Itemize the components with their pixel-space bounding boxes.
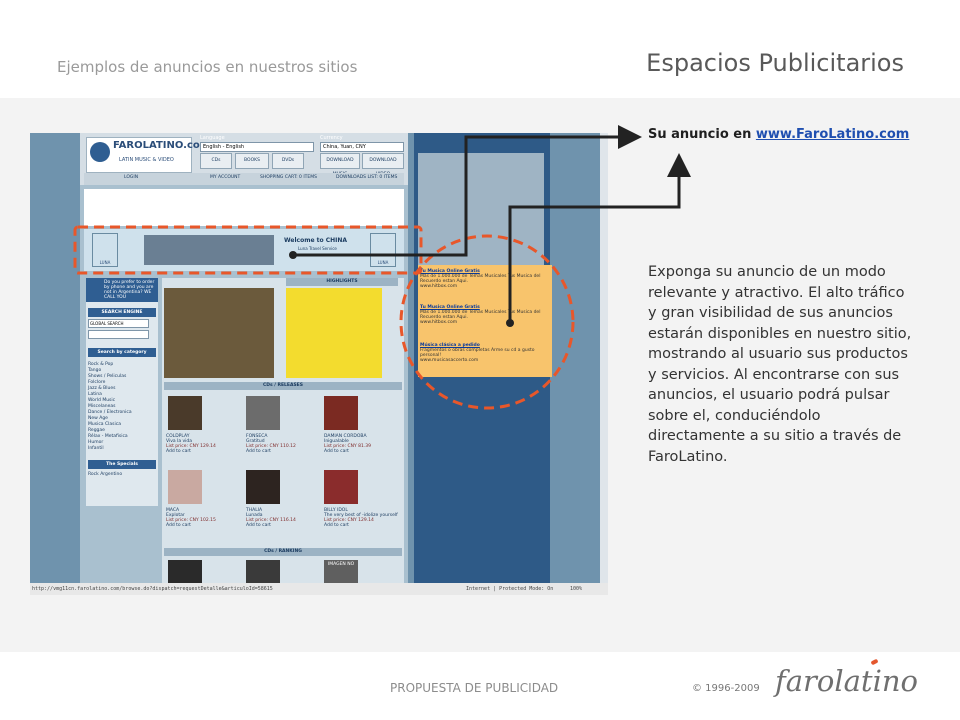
ad-url[interactable]: www.hitbox.com [420, 284, 548, 289]
downloads-list-link[interactable]: DOWNLOADS LIST: 0 ITEMS [336, 175, 397, 180]
browser-status-bar: http://vmg11cn.farolatino.com/browse.do?… [30, 583, 608, 595]
ad-url[interactable]: www.musicasaccerto.com [420, 358, 548, 363]
nav-books[interactable]: BOOKS [235, 153, 269, 169]
empty-content-area [84, 189, 404, 226]
site-header: FAROLATINO.com LATIN MUSIC & VIDEO Langu… [80, 133, 408, 185]
farolatino-link[interactable]: www.FaroLatino.com [756, 127, 909, 142]
search-engine-heading: SEARCH ENGINE [88, 308, 156, 317]
login-link[interactable]: LOGIN [124, 175, 138, 180]
ad-body: Más de 1.000.000 de Temas Musicales Tus … [420, 310, 541, 320]
ad-banner[interactable]: LUNA Welcome to CHINA Luna Travel Servic… [84, 229, 404, 271]
search-scope-select[interactable]: GLOBAL SEARCH [88, 319, 149, 328]
album-cover[interactable] [324, 396, 358, 430]
ad-url[interactable]: www.hitbox.com [420, 320, 548, 325]
farolatino-logo-text: farolatino [775, 664, 918, 698]
status-url: http://vmg11cn.farolatino.com/browse.do?… [32, 586, 273, 592]
slide-subtitle: Ejemplos de anuncios en nuestros sitios [57, 58, 358, 76]
nav-download-music[interactable]: DOWNLOAD MUSIC [320, 153, 360, 177]
slide-header: Ejemplos de anuncios en nuestros sitios … [0, 0, 960, 98]
specials-heading: The Specials [88, 460, 156, 469]
release-caption: FONSECA Gratitud List price: CNY 110.12 … [246, 434, 296, 454]
category-item[interactable]: Infantil [88, 446, 156, 452]
album-cover-alanis[interactable] [164, 288, 274, 378]
ad-body: Más de 1.000.000 de Temas Musicales Tus … [420, 274, 541, 284]
release-caption: THALIA Lunada List price: CNY 116.14 Add… [246, 508, 296, 528]
slide-title: Espacios Publicitarios [646, 49, 904, 77]
sponsored-ads-box: Tu Musica Online Gratis Más de 1.000.000… [418, 265, 552, 377]
ad-callout-prefix: Su anuncio en [648, 127, 756, 142]
globe-icon [90, 142, 110, 162]
site-logo-brand: FAROLATINO.com [113, 140, 211, 151]
sponsored-ad[interactable]: Tu Musica Online Gratis Más de 1.000.000… [420, 305, 548, 325]
tab-highlights[interactable]: HIGHLIGHTS [286, 278, 398, 286]
banner-title: Welcome to CHINA [284, 237, 348, 244]
add-to-cart-button[interactable]: Add to cart [246, 449, 296, 454]
album-cover[interactable] [168, 470, 202, 504]
site-logo-sub: LATIN MUSIC & VIDEO [119, 157, 174, 163]
tab-releases[interactable]: CDs / RELEASES [164, 382, 402, 390]
language-select[interactable]: English - English [200, 142, 314, 152]
add-to-cart-button[interactable]: Add to cart [166, 449, 216, 454]
sponsored-ad[interactable]: Música clásica a pedido Fragmentos o obr… [420, 343, 548, 363]
site-left-column: Do you prefer to order by phone and you … [86, 278, 158, 506]
add-to-cart-button[interactable]: Add to cart [324, 523, 400, 528]
footer-copyright: © 1996-2009 [692, 683, 760, 694]
site-page: FAROLATINO.com LATIN MUSIC & VIDEO Langu… [80, 133, 408, 584]
album-cover[interactable] [168, 560, 202, 584]
image-missing-placeholder: IMAGEN NO [324, 560, 358, 584]
status-zoom[interactable]: 100% [570, 583, 582, 595]
website-screenshot: FAROLATINO.com LATIN MUSIC & VIDEO Langu… [30, 133, 608, 595]
browser-scrollbar[interactable] [600, 133, 608, 583]
banner-image [144, 235, 274, 265]
release-caption: COLDPLAY Viva la vida List price: CNY 12… [166, 434, 216, 454]
currency-select[interactable]: China, Yuan, CNY [320, 142, 404, 152]
add-to-cart-button[interactable]: Add to cart [166, 523, 216, 528]
description-text: Exponga su anuncio de un modo relevante … [648, 264, 912, 465]
shopping-cart-link[interactable]: SHOPPING CART: 0 ITEMS [260, 175, 317, 180]
search-input[interactable] [88, 330, 149, 339]
tab-ranking[interactable]: CDs / RANKING [164, 548, 402, 556]
site-right-column: Tu Musica Online Gratis Más de 1.000.000… [414, 133, 552, 583]
album-cover[interactable] [246, 470, 280, 504]
release-caption: DAMIAN CORDOBA Inigualable List price: C… [324, 434, 396, 454]
release-caption: BILLY IDOL The very best of -idolize you… [324, 508, 400, 528]
nav-download-video[interactable]: DOWNLOAD VIDEO [362, 153, 404, 177]
farolatino-logo: farolatino [775, 658, 918, 698]
release-caption: MACA Explotar List price: CNY 102.15 Add… [166, 508, 216, 528]
site-main-column: HIGHLIGHTS CDs / RELEASES COLDPLAY Viva … [162, 278, 404, 584]
right-column-top-panel [418, 153, 544, 265]
banner-luna-logo-right: LUNA [370, 233, 396, 267]
banner-luna-logo: LUNA [92, 233, 118, 267]
add-to-cart-button[interactable]: Add to cart [324, 449, 396, 454]
site-account-links: LOGIN MY ACCOUNT SHOPPING CART: 0 ITEMS … [84, 173, 404, 185]
nav-cds[interactable]: CDs [200, 153, 232, 169]
footer-document-name: PROPUESTA DE PUBLICIDAD [390, 681, 559, 695]
album-cover-nativo[interactable] [286, 288, 382, 378]
call-us-box[interactable]: Do you prefer to order by phone and you … [86, 278, 158, 302]
add-to-cart-button[interactable]: Add to cart [246, 523, 296, 528]
language-label: Language [200, 135, 225, 141]
ad-callout: Su anuncio en www.FaroLatino.com [648, 127, 909, 142]
site-logo[interactable]: FAROLATINO.com LATIN MUSIC & VIDEO [86, 137, 210, 173]
album-cover[interactable] [168, 396, 202, 430]
album-cover[interactable] [246, 560, 280, 584]
sponsored-ad[interactable]: Tu Musica Online Gratis Más de 1.000.000… [420, 269, 548, 289]
album-cover[interactable] [324, 470, 358, 504]
category-list: Rock & Pop Tango Shows / Peliculas Folcl… [88, 362, 156, 452]
my-account-link[interactable]: MY ACCOUNT [210, 175, 240, 180]
status-security-zone: Internet | Protected Mode: On [466, 586, 554, 592]
currency-label: Currency [320, 135, 343, 141]
album-cover[interactable] [246, 396, 280, 430]
category-heading: Search by category [88, 348, 156, 357]
ad-body: Fragmentos o obras completas Arme su cd … [420, 348, 535, 358]
specials-item[interactable]: Rock Argentino [88, 472, 156, 478]
banner-subtitle: Luna Travel Service [298, 246, 337, 251]
nav-dvds[interactable]: DVDs [272, 153, 304, 169]
